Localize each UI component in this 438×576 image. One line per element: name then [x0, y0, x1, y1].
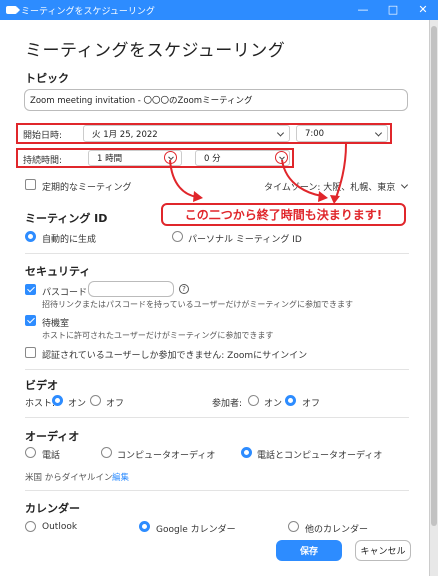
maximize-button[interactable]: □	[378, 0, 408, 20]
start-label: 開始日時:	[23, 131, 63, 141]
divider	[25, 253, 409, 254]
callout-text: この二つから終了時間も決まります!	[184, 208, 383, 222]
auth-label: 認証されているユーザーしか参加できません: Zoomにサインイン	[42, 351, 308, 361]
save-button[interactable]: 保存	[276, 540, 342, 561]
calendar-google-radio[interactable]	[139, 521, 150, 532]
audio-both-label: 電話とコンピュータオーディオ	[257, 451, 383, 461]
waiting-room-hint: ホストに許可されたユーザーだけがミーティングに参加できます	[42, 331, 274, 340]
meeting-id-auto-label: 自動的に生成	[42, 235, 97, 245]
auth-checkbox[interactable]	[25, 347, 36, 358]
chevron-down-icon	[279, 153, 285, 160]
audio-computer-label: コンピュータオーディオ	[117, 451, 216, 461]
video-participant-label: 参加者:	[212, 399, 243, 409]
dial-in-edit-link[interactable]: 編集	[112, 471, 129, 483]
chevron-down-icon	[168, 153, 174, 160]
meeting-id-personal-label: パーソナル ミーティング ID	[188, 235, 302, 245]
audio-phone-radio[interactable]	[25, 447, 36, 458]
cancel-button[interactable]: キャンセル	[355, 540, 411, 561]
chevron-down-icon	[401, 181, 409, 189]
meeting-id-heading: ミーティング ID	[25, 212, 108, 225]
recurring-label: 定期的なミーティング	[42, 183, 132, 193]
close-button[interactable]: ✕	[408, 0, 438, 20]
topic-input[interactable]: Zoom meeting invitation - 〇〇〇のZoomミーティング	[24, 89, 408, 111]
scrollbar-thumb[interactable]	[431, 26, 437, 526]
audio-heading: オーディオ	[25, 430, 80, 443]
annotation-circle-hours	[164, 151, 177, 164]
calendar-google-label: Google カレンダー	[156, 525, 236, 535]
passcode-hint: 招待リンクまたはパスコードを持っているユーザーだけがミーティングに参加できます	[42, 300, 353, 309]
meeting-id-auto-radio[interactable]	[25, 231, 36, 242]
audio-phone-label: 電話	[42, 451, 61, 461]
calendar-other-label: 他のカレンダー	[305, 525, 369, 535]
video-heading: ビデオ	[25, 379, 58, 392]
chevron-down-icon	[374, 128, 383, 137]
video-participant-on-label: オン	[264, 399, 283, 409]
minimize-button[interactable]: —	[348, 0, 378, 20]
divider	[25, 417, 409, 418]
window-controls: — □ ✕	[348, 0, 438, 20]
calendar-outlook-label: Outlook	[42, 522, 78, 532]
calendar-heading: カレンダー	[25, 502, 80, 515]
topic-value: Zoom meeting invitation - 〇〇〇のZoomミーティング	[30, 96, 253, 106]
annotation-circle-minutes	[275, 151, 288, 164]
duration-label: 持続時間:	[23, 156, 63, 166]
chevron-down-icon	[276, 128, 285, 137]
start-date-select[interactable]: 火 1月 25, 2022	[83, 125, 290, 142]
help-icon[interactable]: ?	[179, 284, 189, 294]
window-title: ミーティングをスケジューリング	[21, 6, 155, 17]
page-title: ミーティングをスケジューリング	[25, 41, 286, 61]
video-host-label: ホスト:	[25, 399, 56, 409]
meeting-id-personal-radio[interactable]	[172, 231, 183, 242]
audio-computer-radio[interactable]	[101, 447, 112, 458]
video-host-on-radio[interactable]	[52, 395, 63, 406]
dial-in-text: 米国 からダイヤルイン	[25, 473, 113, 483]
timezone-label: タイムゾーン: 大阪、札幌、東京	[264, 183, 396, 193]
start-date-value: 火 1月 25, 2022	[92, 129, 158, 140]
waiting-room-checkbox[interactable]	[25, 315, 36, 326]
waiting-room-label: 待機室	[42, 319, 70, 329]
video-participant-off-label: オフ	[302, 399, 321, 409]
recurring-checkbox[interactable]	[25, 179, 36, 190]
calendar-outlook-radio[interactable]	[25, 521, 36, 532]
duration-hours-value: 1 時間	[97, 154, 123, 164]
passcode-checkbox[interactable]	[25, 284, 36, 295]
divider	[25, 490, 409, 491]
security-heading: セキュリティ	[25, 265, 91, 278]
topic-heading: トピック	[25, 72, 69, 85]
video-participant-off-radio[interactable]	[285, 395, 296, 406]
duration-minutes-value: 0 分	[204, 154, 221, 164]
window-titlebar: ミーティングをスケジューリング — □ ✕	[0, 0, 438, 20]
zoom-camera-icon	[6, 6, 20, 14]
passcode-label: パスコード	[42, 288, 88, 298]
audio-both-radio[interactable]	[241, 447, 252, 458]
video-host-on-label: オン	[68, 399, 87, 409]
divider	[25, 369, 409, 370]
video-host-off-radio[interactable]	[90, 395, 101, 406]
start-time-select[interactable]: 7:00	[296, 125, 388, 142]
video-host-off-label: オフ	[106, 399, 125, 409]
scrollbar[interactable]	[430, 20, 438, 576]
annotation-callout: この二つから終了時間も決まります!	[161, 203, 406, 226]
timezone-select[interactable]: タイムゾーン: 大阪、札幌、東京	[264, 180, 409, 193]
start-time-value: 7:00	[305, 128, 325, 139]
calendar-other-radio[interactable]	[288, 521, 299, 532]
video-participant-on-radio[interactable]	[248, 395, 259, 406]
passcode-input[interactable]	[88, 281, 174, 297]
